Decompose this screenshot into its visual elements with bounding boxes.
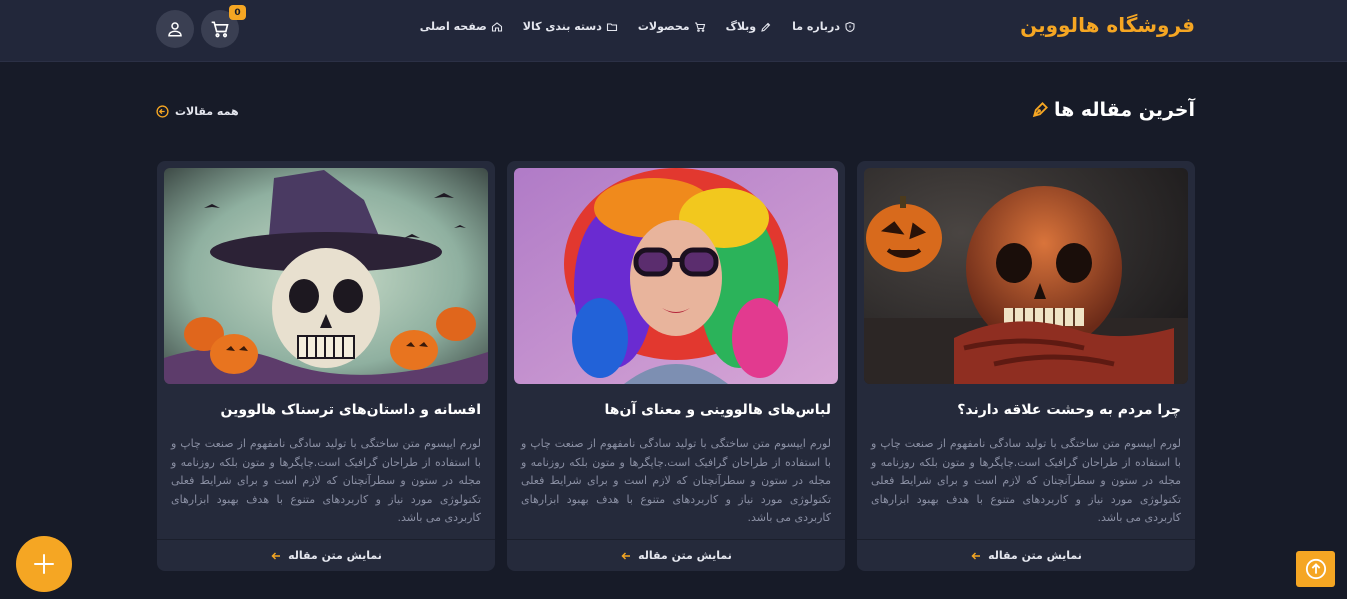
article-card[interactable]: چرا مردم به وحشت علاقه دارند؟ لورم ایپسو… <box>857 161 1195 571</box>
folder-icon <box>606 22 617 31</box>
nav-label: دسته بندی کالا <box>522 20 602 33</box>
article-excerpt: لورم ایپسوم متن ساختگی با تولید سادگی نا… <box>171 437 481 524</box>
arrow-left-icon <box>621 551 631 560</box>
nav-item-products[interactable]: محصولات <box>638 20 706 33</box>
nav-label: صفحه اصلی <box>419 20 487 33</box>
read-article-link[interactable]: نمایش متن مقاله <box>507 539 845 571</box>
read-article-link[interactable]: نمایش متن مقاله <box>157 539 495 571</box>
article-excerpt: لورم ایپسوم متن ساختگی با تولید سادگی نا… <box>521 437 831 524</box>
main-nav: صفحه اصلی دسته بندی کالا محصولات وبلاگ د… <box>420 20 856 33</box>
arrow-left-icon <box>271 551 281 560</box>
all-articles-link[interactable]: همه مقالات <box>156 105 239 118</box>
article-title[interactable]: افسانه و داستان‌های ترسناک هالووین <box>171 402 481 418</box>
arrow-up-circle-icon <box>1305 558 1326 580</box>
read-article-label: نمایش متن مقاله <box>288 549 382 562</box>
plus-icon <box>34 554 54 574</box>
nav-item-blog[interactable]: وبلاگ <box>726 20 773 33</box>
arrow-left-circle-icon <box>156 105 169 118</box>
user-icon <box>168 22 182 37</box>
arrow-left-icon <box>971 551 981 560</box>
nav-item-categories[interactable]: دسته بندی کالا <box>523 20 618 33</box>
section-header: آخرین مقاله ها <box>1030 99 1195 121</box>
cart-icon <box>211 21 229 38</box>
read-article-link[interactable]: نمایش متن مقاله <box>857 539 1195 571</box>
home-icon <box>491 21 502 32</box>
floating-action-button[interactable] <box>16 536 72 592</box>
scroll-to-top-button[interactable] <box>1296 551 1335 587</box>
read-article-label: نمایش متن مقاله <box>638 549 732 562</box>
article-card[interactable]: افسانه و داستان‌های ترسناک هالووین لورم … <box>157 161 495 571</box>
site-header: فروشگاه هالووین صفحه اصلی دسته بندی کالا… <box>0 0 1347 62</box>
article-image[interactable] <box>864 168 1188 384</box>
article-image[interactable] <box>164 168 488 384</box>
pen-nib-icon <box>1032 102 1048 118</box>
skull-witch-hat-illustration <box>164 168 488 384</box>
shield-icon <box>845 21 855 32</box>
article-title[interactable]: چرا مردم به وحشت علاقه دارند؟ <box>871 402 1181 418</box>
nav-label: درباره ما <box>792 20 840 33</box>
nav-label: محصولات <box>637 20 690 33</box>
brand-logo[interactable]: فروشگاه هالووین <box>1020 13 1195 37</box>
article-excerpt: لورم ایپسوم متن ساختگی با تولید سادگی نا… <box>871 437 1181 524</box>
all-articles-label: همه مقالات <box>175 105 239 118</box>
nav-label: وبلاگ <box>725 20 757 33</box>
user-account-button[interactable] <box>156 10 194 48</box>
read-article-label: نمایش متن مقاله <box>988 549 1082 562</box>
article-image[interactable] <box>514 168 838 384</box>
pumpkins-and-red-skull-photo <box>864 168 1188 384</box>
article-card[interactable]: لباس‌های هالووینی و معنای آن‌ها لورم ایپ… <box>507 161 845 571</box>
nav-item-about[interactable]: درباره ما <box>792 20 856 33</box>
section-title: آخرین مقاله ها <box>1053 99 1195 121</box>
pen-icon <box>761 22 771 32</box>
article-title[interactable]: لباس‌های هالووینی و معنای آن‌ها <box>521 402 831 418</box>
nav-item-home[interactable]: صفحه اصلی <box>420 20 503 33</box>
cart-count-badge: 0 <box>229 5 246 20</box>
woman-rainbow-hair-photo <box>514 168 838 384</box>
cart-icon <box>694 21 705 32</box>
